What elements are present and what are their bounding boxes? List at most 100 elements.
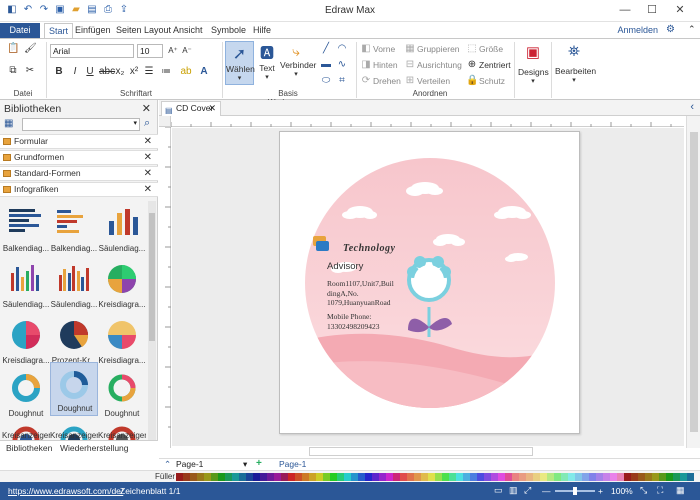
color-swatch[interactable] <box>267 473 274 481</box>
color-swatch[interactable] <box>512 473 519 481</box>
chevron-down-icon[interactable]: ▾ <box>243 459 247 470</box>
scrollbar-thumb[interactable] <box>149 213 155 341</box>
color-swatch[interactable] <box>596 473 603 481</box>
color-swatch[interactable] <box>554 473 561 481</box>
color-swatch[interactable] <box>176 473 183 481</box>
color-swatch[interactable] <box>498 473 505 481</box>
library-category-infografiken[interactable]: Infografiken ✕ <box>0 182 158 197</box>
cd-address-line-1[interactable]: Room1107,Unit7,Buil <box>327 279 394 288</box>
edit-button[interactable]: ⛯ Bearbeiten ▾ <box>555 41 596 99</box>
view-normal-icon[interactable]: ▭ <box>494 485 503 496</box>
color-swatch[interactable] <box>449 473 456 481</box>
chevron-down-icon[interactable]: ▾ <box>133 119 137 127</box>
color-swatch[interactable] <box>526 473 533 481</box>
color-swatch[interactable] <box>246 473 253 481</box>
hill-shape-front[interactable] <box>280 361 581 435</box>
color-swatch[interactable] <box>351 473 358 481</box>
shape-doughnut-2[interactable]: Doughnut <box>50 362 98 416</box>
page-tab-selector[interactable]: Page-1 <box>176 459 203 469</box>
shape-gauge-1[interactable]: Kreisanzeiger <box>2 418 50 442</box>
superscript-icon[interactable]: x² <box>128 66 140 78</box>
shape-doughnut-3[interactable]: Doughnut <box>98 366 146 420</box>
strikethrough-icon[interactable]: abc <box>99 66 115 78</box>
scrollbar-thumb[interactable] <box>690 132 698 432</box>
color-swatch[interactable] <box>680 473 687 481</box>
close-icon[interactable]: ✕ <box>144 135 152 148</box>
search-icon[interactable]: ⌕ <box>144 117 150 130</box>
color-swatch[interactable] <box>211 473 218 481</box>
color-swatch[interactable] <box>533 473 540 481</box>
view-page-icon[interactable]: ▥ <box>509 485 518 496</box>
shape-doughnut-1[interactable]: Doughnut <box>2 366 50 420</box>
color-swatch[interactable] <box>295 473 302 481</box>
color-swatch[interactable] <box>379 473 386 481</box>
color-swatch[interactable] <box>302 473 309 481</box>
shape-percent-circle[interactable]: Prozent-Kr... <box>50 313 98 367</box>
shape-gauge-3[interactable]: Kreisanzeiger <box>98 418 146 442</box>
font-shrink-icon[interactable]: A⁻ <box>181 45 193 57</box>
horizontal-scrollbar[interactable] <box>309 447 533 456</box>
connector-tool-button[interactable]: ⤷ Verbinder ▾ <box>280 41 316 85</box>
color-swatch[interactable] <box>232 473 239 481</box>
fit-width-icon[interactable]: ⤡ <box>640 485 647 496</box>
shape-bar-chart-1[interactable]: Balkendiag... <box>2 201 50 255</box>
color-swatch[interactable] <box>316 473 323 481</box>
color-swatch[interactable] <box>288 473 295 481</box>
color-swatch[interactable] <box>575 473 582 481</box>
color-swatch[interactable] <box>435 473 442 481</box>
rotate-button[interactable]: Drehen <box>373 76 401 86</box>
settings-gear-icon[interactable]: ⚙ <box>666 24 675 35</box>
group-button[interactable]: Gruppieren <box>417 44 460 54</box>
cd-subtitle[interactable]: Advisory <box>327 261 363 272</box>
page-tab-active[interactable]: Page-1 <box>279 459 306 469</box>
close-icon[interactable]: ✕ <box>208 102 216 115</box>
color-swatch[interactable] <box>344 473 351 481</box>
color-swatch[interactable] <box>365 473 372 481</box>
shape-pie-chart-2[interactable]: Kreisdiagra... <box>2 313 50 367</box>
shape-pie-chart-1[interactable]: Kreisdiagra... <box>98 257 146 311</box>
color-swatch[interactable] <box>239 473 246 481</box>
color-swatch[interactable] <box>687 473 694 481</box>
color-swatch[interactable] <box>505 473 512 481</box>
color-swatch[interactable] <box>659 473 666 481</box>
text-tool-button[interactable]: 🅰 Text ▾ <box>256 41 278 85</box>
color-swatch[interactable] <box>491 473 498 481</box>
color-swatch[interactable] <box>456 473 463 481</box>
cd-address-line-3[interactable]: 1079,HuanyuanRoad <box>327 298 391 307</box>
library-menu-icon[interactable]: ▦ <box>4 118 13 129</box>
color-swatch[interactable] <box>253 473 260 481</box>
color-swatch[interactable] <box>386 473 393 481</box>
color-swatch[interactable] <box>638 473 645 481</box>
tab-start[interactable]: Start <box>44 23 74 38</box>
color-swatch[interactable] <box>477 473 484 481</box>
underline-icon[interactable]: U <box>84 66 96 78</box>
color-swatch[interactable] <box>225 473 232 481</box>
color-swatch[interactable] <box>519 473 526 481</box>
library-category-grundformen[interactable]: Grundformen ✕ <box>0 150 158 165</box>
color-swatch[interactable] <box>617 473 624 481</box>
font-name-select[interactable]: Arial <box>50 44 134 58</box>
signin-link[interactable]: Anmelden <box>617 25 658 35</box>
crop-icon[interactable]: ⌗ <box>336 75 348 87</box>
italic-icon[interactable]: I <box>69 66 81 78</box>
color-swatch[interactable] <box>358 473 365 481</box>
color-swatch[interactable] <box>274 473 281 481</box>
color-swatch[interactable] <box>631 473 638 481</box>
library-close-icon[interactable]: ✕ <box>142 102 151 115</box>
bullets-icon[interactable]: ≔ <box>160 66 172 78</box>
color-swatch[interactable] <box>589 473 596 481</box>
protect-button[interactable]: Schutz <box>479 76 505 86</box>
color-swatch[interactable] <box>484 473 491 481</box>
bring-front-button[interactable]: Vorne <box>373 44 395 54</box>
color-swatch[interactable] <box>470 473 477 481</box>
font-grow-icon[interactable]: A⁺ <box>167 45 179 57</box>
color-swatch[interactable] <box>309 473 316 481</box>
color-swatch[interactable] <box>190 473 197 481</box>
bold-icon[interactable]: B <box>53 66 65 78</box>
zoom-slider-handle[interactable] <box>573 487 577 495</box>
tab-datei[interactable]: Datei <box>0 23 40 38</box>
tab-einfuegen[interactable]: Einfügen <box>71 23 115 38</box>
color-swatch[interactable] <box>337 473 344 481</box>
shape-column-chart-2[interactable]: Säulendiag... <box>2 257 50 311</box>
color-swatch[interactable] <box>372 473 379 481</box>
